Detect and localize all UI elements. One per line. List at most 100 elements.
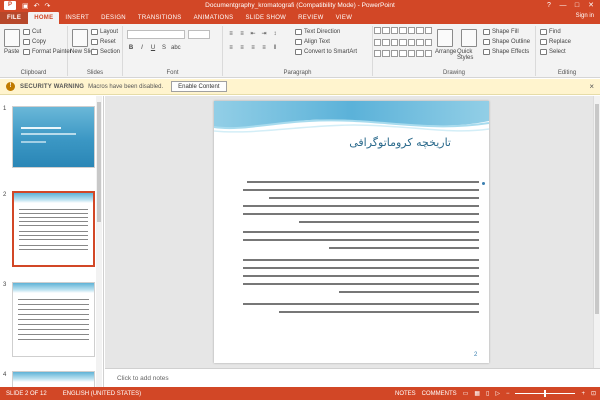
zoom-out-icon[interactable]: − <box>506 391 510 397</box>
shape-triangle[interactable] <box>416 27 424 34</box>
align-center-icon[interactable]: ≡ <box>238 44 246 52</box>
close-button[interactable]: ✕ <box>584 0 598 11</box>
quick-styles-button[interactable]: Quick Styles <box>457 49 479 61</box>
find-button[interactable]: Find <box>540 29 561 35</box>
save-icon[interactable]: ▣ <box>22 2 29 10</box>
format-painter-button[interactable]: Format Painter <box>23 49 72 55</box>
redo-icon[interactable]: ↷ <box>45 2 51 10</box>
notes-pane[interactable]: Click to add notes <box>105 368 600 387</box>
comments-toggle-button[interactable]: COMMENTS <box>422 391 457 397</box>
slide-thumbnail-1[interactable] <box>12 106 95 168</box>
text-direction-button[interactable]: Text Direction <box>295 29 340 35</box>
undo-icon[interactable]: ↶ <box>34 2 40 10</box>
layout-button[interactable]: Layout <box>91 29 118 35</box>
tab-file[interactable]: FILE <box>0 12 29 24</box>
shape-effects-button[interactable]: Shape Effects <box>483 49 529 55</box>
powerpoint-app-icon[interactable]: P <box>4 1 16 10</box>
shape-item[interactable] <box>390 50 399 58</box>
shape-textbox[interactable] <box>374 27 382 34</box>
slideshow-icon[interactable]: ▷ <box>495 390 500 397</box>
reading-view-icon[interactable]: ▯ <box>486 390 489 397</box>
slide-thumbnail-4[interactable] <box>12 371 95 387</box>
justify-icon[interactable]: ≡ <box>260 44 268 52</box>
align-text-button[interactable]: Align Text <box>295 39 330 45</box>
notes-toggle-button[interactable]: NOTES <box>395 391 416 397</box>
zoom-slider[interactable] <box>515 390 576 397</box>
strikethrough-button[interactable]: S <box>160 44 168 52</box>
thumbnails-scrollbar[interactable] <box>96 96 102 387</box>
tab-review[interactable]: REVIEW <box>292 12 329 24</box>
tab-animations[interactable]: ANIMATIONS <box>188 12 240 24</box>
italic-button[interactable]: I <box>138 44 146 52</box>
enable-content-button[interactable]: Enable Content <box>171 81 227 92</box>
shape-item[interactable] <box>382 38 390 46</box>
decrease-indent-icon[interactable]: ⇤ <box>249 30 257 38</box>
language-status[interactable]: ENGLISH (UNITED STATES) <box>63 391 141 397</box>
font-name-combo[interactable] <box>127 30 185 39</box>
fit-to-window-icon[interactable]: ⊡ <box>591 390 596 397</box>
reset-button[interactable]: Reset <box>91 39 116 45</box>
tab-transitions[interactable]: TRANSITIONS <box>132 12 188 24</box>
align-left-icon[interactable]: ≡ <box>227 44 235 52</box>
slide-canvas[interactable]: تاریخچه کروماتوگرافی 2 <box>214 101 489 363</box>
line-spacing-icon[interactable]: ↕ <box>271 30 279 38</box>
tab-slide-show[interactable]: SLIDE SHOW <box>239 12 292 24</box>
shape-item[interactable] <box>424 38 432 46</box>
slide-scrollbar[interactable] <box>593 96 600 368</box>
section-button[interactable]: Section <box>91 49 120 55</box>
numbering-icon[interactable]: ≡ <box>238 30 246 38</box>
bullets-icon[interactable]: ≡ <box>227 30 235 38</box>
shape-item[interactable] <box>399 38 407 46</box>
shape-item[interactable] <box>416 38 424 46</box>
bold-button[interactable]: B <box>127 44 135 52</box>
maximize-button[interactable]: □ <box>570 0 584 11</box>
shapes-gallery[interactable] <box>374 27 432 61</box>
columns-icon[interactable]: ‖ <box>271 44 279 52</box>
shape-item[interactable] <box>390 38 399 46</box>
tab-home[interactable]: HOME <box>28 12 60 24</box>
minimize-button[interactable]: — <box>556 0 570 11</box>
tab-design[interactable]: DESIGN <box>95 12 132 24</box>
arrange-icon[interactable] <box>437 29 453 47</box>
shape-item[interactable] <box>407 38 416 46</box>
slide-title[interactable]: تاریخچه کروماتوگرافی <box>349 136 451 149</box>
help-button[interactable]: ? <box>542 0 556 11</box>
quick-styles-icon[interactable] <box>461 29 477 47</box>
thumbnails-scroll-thumb[interactable] <box>97 102 101 222</box>
paste-button[interactable]: Paste <box>4 49 19 55</box>
close-icon[interactable]: × <box>589 82 594 91</box>
convert-smartart-button[interactable]: Convert to SmartArt <box>295 49 357 55</box>
zoom-in-icon[interactable]: + <box>581 391 585 397</box>
shape-item[interactable] <box>399 50 407 58</box>
font-size-combo[interactable] <box>188 30 210 39</box>
cut-button[interactable]: Cut <box>23 29 41 35</box>
slide-thumbnail-3[interactable] <box>12 282 95 357</box>
shape-arrow[interactable] <box>390 27 399 34</box>
shape-outline-button[interactable]: Shape Outline <box>483 39 530 45</box>
shape-item[interactable] <box>407 50 416 58</box>
shape-item[interactable] <box>382 50 390 58</box>
new-slide-icon[interactable] <box>72 29 88 47</box>
slide-scroll-thumb[interactable] <box>595 104 599 314</box>
shape-item[interactable] <box>374 50 382 58</box>
replace-button[interactable]: Replace <box>540 39 571 45</box>
shape-oval[interactable] <box>407 27 416 34</box>
shape-item[interactable] <box>416 50 424 58</box>
shape-fill-button[interactable]: Shape Fill <box>483 29 519 35</box>
shape-rectangle[interactable] <box>399 27 407 34</box>
increase-indent-icon[interactable]: ⇥ <box>260 30 268 38</box>
tab-view[interactable]: VIEW <box>330 12 359 24</box>
slide-thumbnail-2[interactable] <box>12 191 95 267</box>
align-right-icon[interactable]: ≡ <box>249 44 257 52</box>
underline-button[interactable]: U <box>149 44 157 52</box>
shape-line[interactable] <box>382 27 390 34</box>
arrange-button[interactable]: Arrange <box>435 49 456 55</box>
tab-insert[interactable]: INSERT <box>59 12 95 24</box>
shape-item[interactable] <box>374 38 382 46</box>
slide-sorter-icon[interactable]: ▦ <box>474 390 480 397</box>
paste-icon[interactable] <box>4 29 20 47</box>
sign-in-link[interactable]: Sign in <box>576 13 594 19</box>
copy-button[interactable]: Copy <box>23 39 46 45</box>
zoom-slider-knob[interactable] <box>544 390 547 397</box>
shadow-button[interactable]: abc <box>171 44 181 52</box>
